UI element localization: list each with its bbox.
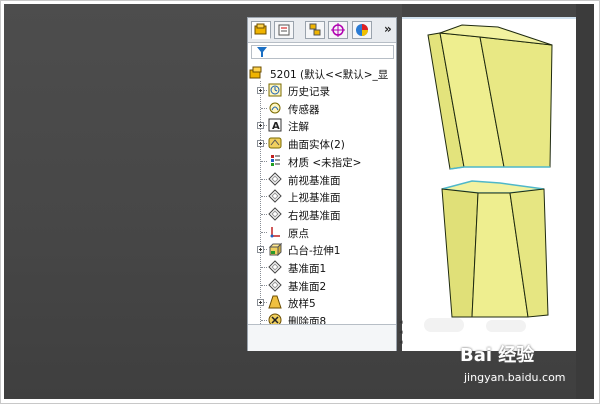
tree-item[interactable]: 基准面2 [248,277,398,294]
model-viewport[interactable] [402,17,576,351]
part-icon [249,66,263,80]
tree-item-label: 传感器 [288,103,320,116]
baidu-watermark: Bai 经验 jingyan.baidu.com [460,341,570,389]
tree-item[interactable]: 材质 <未指定> [248,153,398,170]
tree-item-label: 右视基准面 [288,209,341,222]
tab-configuration-manager[interactable] [305,21,325,39]
tree-item[interactable]: 曲面实体(2) [248,135,398,152]
origin-icon [268,225,282,239]
expand-icon[interactable] [257,246,264,254]
panel-bottom-area [248,324,396,351]
tree-item-label: 上视基准面 [288,192,341,205]
watermark-blur-left [424,318,464,332]
tree-root[interactable]: 5201 (默认<<默认>_显 [248,65,398,82]
plane-icon [268,260,282,274]
expand-icon[interactable] [257,299,264,307]
tree-item-label: 注解 [288,121,309,134]
tree-item[interactable]: 基准面1 [248,259,398,276]
material-icon [268,154,282,168]
display-manager-icon [356,24,368,36]
tree-item[interactable]: 凸台-拉伸1 [248,241,398,258]
svg-text:A: A [272,121,280,132]
tab-property-manager[interactable] [274,21,294,39]
watermark-url: jingyan.baidu.com [464,371,566,384]
tree-item[interactable]: 上视基准面 [248,188,398,205]
tree-item[interactable]: 原点 [248,224,398,241]
tree-connector-branch [261,196,267,198]
plane-icon [268,277,282,292]
tree-item[interactable]: 右视基准面 [248,206,398,223]
tab-feature-manager[interactable] [251,21,271,39]
feature-manager-panel: » 5201 (默认<<默认>_显 历史记录传感器 A 注解曲面实体(2) 材质 <未… [247,17,397,351]
tree-connector-branch [261,267,267,268]
tree-item-label: 基准面2 [288,280,327,293]
tree-item-label: 原点 [288,227,309,240]
panel-tab-bar: » [248,18,396,43]
tree-item[interactable]: 历史记录 [248,82,398,99]
expand-icon[interactable] [257,140,264,148]
tree-connector-branch [261,231,267,233]
more-tabs-button[interactable]: » [384,22,392,36]
tree-item-label: 凸台-拉伸1 [288,245,341,258]
property-manager-icon [278,24,290,36]
loft-icon [268,295,282,309]
upper-body-edge-highlight [449,166,550,170]
sensor-icon [268,101,282,115]
model-view [427,24,553,318]
dimxpert-icon [331,23,345,37]
tree-connector-branch [261,320,267,322]
expand-icon[interactable] [257,122,264,130]
history-icon [268,83,282,97]
feature-manager-icon [254,23,267,35]
tree-connector-branch [261,107,267,109]
configuration-manager-icon [309,23,321,36]
tree-item-label: 放样5 [288,298,316,311]
viewport-top-border [402,17,576,19]
tree-item[interactable]: 传感器 [248,100,398,117]
tree-item[interactable]: 前视基准面 [248,171,398,188]
watermark-brand: Bai 经验 [460,345,535,366]
plane-icon [268,207,282,221]
tree-connector-branch [261,213,267,215]
tree-item[interactable]: A 注解 [248,117,398,134]
tree-connector-branch [261,284,267,286]
tree-item-label: 历史记录 [288,86,330,98]
extrude-icon [268,242,282,257]
plane-icon [268,189,282,203]
tree-item-label: 材质 <未指定> [288,156,362,169]
tree-connector-branch [261,178,267,180]
tree-item-label: 曲面实体(2) [288,139,345,152]
expand-icon[interactable] [257,87,264,94]
watermark-blur-right [486,320,526,332]
tab-display-manager[interactable] [352,21,372,39]
tree-filter-input[interactable] [251,45,394,59]
annotation-icon: A [268,118,282,132]
tree-root-label: 5201 (默认<<默认>_显 [270,69,389,81]
panel-splitter[interactable]: ◂ ◂ ◂ [399,318,404,350]
tree-item[interactable]: 放样5 [248,294,398,311]
surface-bodies-icon [268,136,282,150]
tree-item-label: 基准面1 [288,263,327,275]
filter-icon [257,47,267,57]
graphics-area-top-strip [402,4,576,17]
tree-item-label: 前视基准面 [288,174,341,187]
tab-dimxpert[interactable] [328,21,348,39]
plane-icon [268,171,282,186]
tree-connector-branch [261,160,267,162]
graphics-area-right-strip [576,4,594,399]
